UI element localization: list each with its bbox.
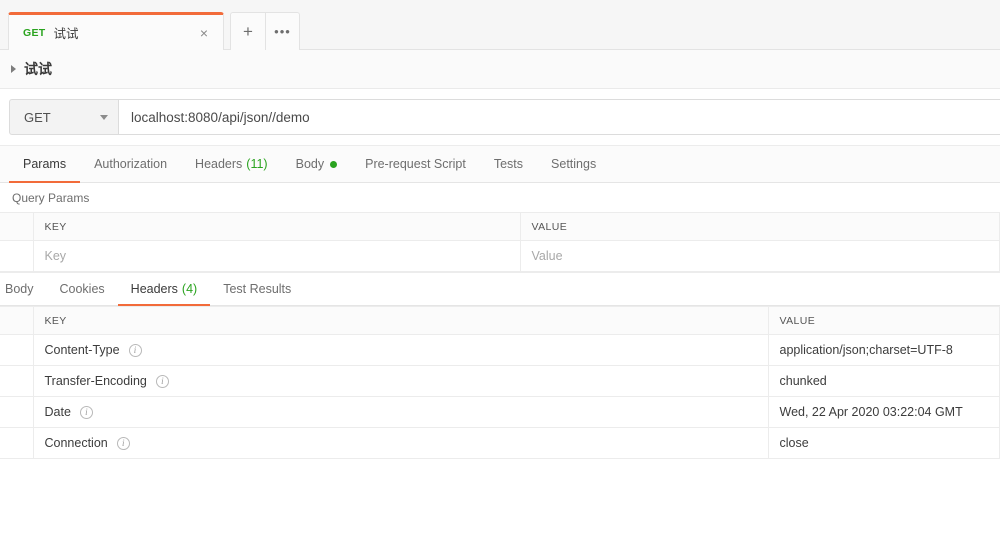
param-value-input[interactable]: Value: [520, 240, 1000, 272]
header-key-cell: Content-Type i: [33, 334, 769, 366]
response-empty-area: [0, 459, 1000, 504]
header-value-cell: chunked: [768, 365, 1000, 397]
header-value-cell: close: [768, 427, 1000, 459]
response-tab-headers-label: Headers: [130, 282, 178, 296]
response-tab-cookies[interactable]: Cookies: [47, 273, 118, 305]
info-icon[interactable]: i: [79, 405, 93, 419]
row-spacer-cell: [0, 334, 34, 366]
table-row: Transfer-Encoding i chunked: [0, 365, 1000, 397]
column-header-key: KEY: [33, 306, 769, 335]
header-key-label: Date: [44, 405, 71, 419]
header-key-label: Transfer-Encoding: [44, 374, 147, 388]
header-key-cell: Date i: [33, 396, 769, 428]
response-tabs: Body Cookies Headers (4) Test Results: [0, 273, 1000, 306]
header-key-cell: Connection i: [33, 427, 769, 459]
breadcrumb[interactable]: 试试: [0, 50, 1000, 89]
column-header-value: VALUE: [768, 306, 1000, 335]
response-tab-test-results-label: Test Results: [223, 282, 292, 296]
tab-pre-request-script[interactable]: Pre-request Script: [351, 146, 480, 182]
param-key-input[interactable]: Key: [33, 240, 521, 272]
table-row: Connection i close: [0, 427, 1000, 459]
query-params-table-wrap: KEY VALUE Key Value: [0, 212, 1000, 273]
table-row: Content-Type i application/json;charset=…: [0, 334, 1000, 366]
table-row[interactable]: Key Value: [0, 240, 1000, 272]
tab-authorization-label: Authorization: [94, 157, 168, 171]
tab-bar: GET 试试 × + •••: [0, 0, 1000, 50]
select-all-cell: [0, 212, 34, 241]
tab-headers-count: (11): [246, 157, 268, 171]
tab-headers[interactable]: Headers (11): [181, 146, 282, 182]
ellipsis-icon: •••: [274, 24, 291, 39]
info-icon[interactable]: i: [128, 343, 142, 357]
column-header-key: KEY: [33, 212, 521, 241]
request-tab-label: 试试: [53, 27, 79, 41]
request-tab-shishi[interactable]: GET 试试 ×: [8, 12, 224, 50]
response-header-spacer-cell: [0, 306, 34, 335]
tab-params[interactable]: Params: [9, 146, 81, 183]
tab-tests-label: Tests: [493, 157, 524, 171]
new-tab-button[interactable]: +: [230, 12, 265, 50]
tab-authorization[interactable]: Authorization: [80, 146, 181, 182]
header-key-label: Connection: [44, 436, 108, 450]
tab-params-label: Params: [23, 157, 67, 171]
header-value-cell: Wed, 22 Apr 2020 03:22:04 GMT: [768, 396, 1000, 428]
row-spacer-cell: [0, 427, 34, 459]
response-headers-table: KEY VALUE Content-Type i application/jso…: [0, 306, 1000, 459]
row-spacer-cell: [0, 365, 34, 397]
tab-body-label: Body: [295, 157, 325, 171]
close-icon[interactable]: ×: [195, 24, 213, 42]
info-icon[interactable]: i: [116, 436, 130, 450]
header-key-label: Content-Type: [44, 343, 120, 357]
query-params-table: KEY VALUE Key Value: [0, 212, 1000, 272]
request-tab-method: GET: [23, 26, 46, 39]
row-spacer-cell: [0, 396, 34, 428]
tab-settings-label: Settings: [551, 157, 597, 171]
caret-right-icon: [11, 65, 16, 73]
request-tabs: Params Authorization Headers (11) Body P…: [0, 146, 1000, 183]
http-method-label: GET: [24, 109, 51, 125]
query-params-label: Query Params: [0, 183, 1000, 212]
http-method-select[interactable]: GET: [9, 99, 119, 135]
column-header-value: VALUE: [520, 212, 1000, 241]
response-tab-body-label: Body: [5, 282, 34, 296]
url-bar: GET localhost:8080/api/json//demo: [0, 89, 1000, 146]
response-tab-headers[interactable]: Headers (4): [117, 273, 211, 306]
plus-icon: +: [243, 21, 253, 41]
info-icon[interactable]: i: [155, 374, 169, 388]
tab-settings[interactable]: Settings: [537, 146, 610, 182]
tab-tests[interactable]: Tests: [480, 146, 537, 182]
row-checkbox-cell[interactable]: [0, 240, 34, 272]
body-indicator-dot-icon: [330, 160, 338, 168]
tab-body[interactable]: Body: [282, 146, 352, 182]
tab-headers-label: Headers: [195, 157, 243, 171]
table-header-row: KEY VALUE: [0, 212, 1000, 241]
response-tab-headers-count: (4): [181, 282, 198, 296]
url-input[interactable]: localhost:8080/api/json//demo: [119, 99, 1000, 135]
header-value-cell: application/json;charset=UTF-8: [768, 334, 1000, 366]
chevron-down-icon: [100, 114, 108, 120]
tab-pre-request-script-label: Pre-request Script: [365, 157, 466, 171]
response-tab-cookies-label: Cookies: [59, 282, 105, 296]
breadcrumb-label: 试试: [24, 61, 52, 77]
response-tab-body[interactable]: Body: [0, 273, 47, 305]
response-tab-test-results[interactable]: Test Results: [210, 273, 304, 305]
tab-options-button[interactable]: •••: [265, 12, 300, 50]
header-key-cell: Transfer-Encoding i: [33, 365, 769, 397]
table-row: Date i Wed, 22 Apr 2020 03:22:04 GMT: [0, 396, 1000, 428]
table-header-row: KEY VALUE: [0, 306, 1000, 335]
